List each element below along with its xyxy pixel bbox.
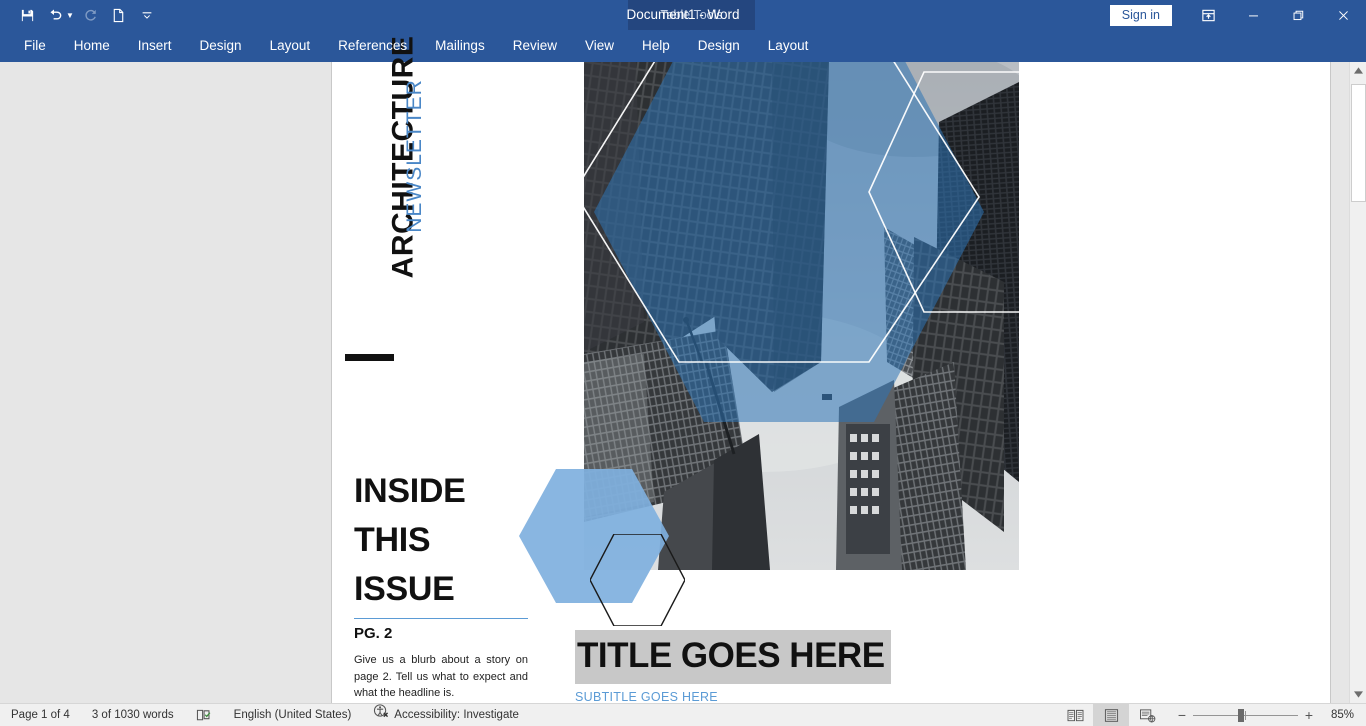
- toc-divider: [354, 618, 528, 619]
- accessibility-label: Accessibility: Investigate: [394, 708, 519, 721]
- zoom-level-label[interactable]: 85%: [1320, 709, 1366, 721]
- read-mode-view-button[interactable]: [1057, 704, 1093, 726]
- scroll-down-arrow-icon[interactable]: [1350, 686, 1366, 703]
- quick-access-toolbar: ▼: [0, 0, 160, 30]
- tab-view[interactable]: View: [571, 30, 628, 62]
- tab-table-tools-layout[interactable]: Layout: [754, 30, 823, 62]
- zoom-slider[interactable]: [1193, 704, 1298, 726]
- scroll-up-arrow-icon[interactable]: [1350, 62, 1366, 79]
- undo-dropdown-caret-icon[interactable]: ▼: [66, 11, 76, 20]
- word-count-status[interactable]: 3 of 1030 words: [81, 704, 185, 726]
- web-layout-view-button[interactable]: [1129, 704, 1165, 726]
- minimize-icon[interactable]: [1231, 0, 1276, 30]
- accessibility-icon: [373, 703, 389, 726]
- inside-heading-line-1: INSIDE: [354, 472, 466, 510]
- document-subtitle[interactable]: SUBTITLE GOES HERE: [575, 690, 718, 704]
- sign-in-button[interactable]: Sign in: [1109, 4, 1172, 26]
- masthead-secondary-title: NEWSLETTER: [402, 79, 426, 233]
- zoom-controls: − + 85%: [1165, 704, 1366, 726]
- new-document-icon[interactable]: [106, 3, 132, 27]
- tab-home[interactable]: Home: [60, 30, 124, 62]
- hero-photo[interactable]: [584, 62, 1019, 570]
- tab-table-tools-design[interactable]: Design: [684, 30, 754, 62]
- vertical-scrollbar[interactable]: [1349, 62, 1366, 703]
- save-icon[interactable]: [14, 3, 40, 27]
- proofing-errors-icon[interactable]: [185, 704, 223, 726]
- tab-design[interactable]: Design: [186, 30, 256, 62]
- ribbon-tab-bar: File Home Insert Design Layout Reference…: [0, 30, 1366, 84]
- tab-references[interactable]: References: [324, 30, 421, 62]
- tab-layout[interactable]: Layout: [256, 30, 325, 62]
- toc-blurb-pg2: Give us a blurb about a story on page 2.…: [354, 654, 528, 699]
- print-layout-view-button[interactable]: [1093, 703, 1129, 726]
- accessibility-status[interactable]: Accessibility: Investigate: [362, 704, 530, 726]
- customize-quick-access-toolbar-icon[interactable]: [134, 3, 160, 27]
- redo-icon: [78, 3, 104, 27]
- ribbon-display-options-icon[interactable]: [1186, 0, 1231, 30]
- word-application-window: ▼ Table Tools Document1 - Word Sign in F…: [0, 0, 1366, 726]
- tab-file[interactable]: File: [10, 30, 60, 62]
- zoom-out-button[interactable]: −: [1171, 707, 1193, 723]
- toc-entry-pg2: PG. 2 Give us a blurb about a story on p…: [354, 618, 528, 702]
- title-bar: ▼ Table Tools Document1 - Word Sign in: [0, 0, 1366, 62]
- toc-page-label-pg2: PG. 2: [354, 625, 393, 642]
- zoom-in-button[interactable]: +: [1298, 707, 1320, 723]
- ribbon-tab-list: File Home Insert Design Layout Reference…: [0, 30, 1366, 62]
- document-workspace: ARCHITECTURE NEWSLETTER INSIDE THIS ISSU…: [0, 36, 1366, 726]
- tab-mailings[interactable]: Mailings: [421, 30, 499, 62]
- page-number-status[interactable]: Page 1 of 4: [0, 704, 81, 726]
- tab-insert[interactable]: Insert: [124, 30, 186, 62]
- masthead: ARCHITECTURE NEWSLETTER: [340, 36, 460, 282]
- inside-this-issue-heading: INSIDE THIS ISSUE: [354, 467, 529, 614]
- status-bar: Page 1 of 4 3 of 1030 words English (Uni…: [0, 703, 1366, 726]
- table-tools-label: Table Tools: [660, 8, 723, 22]
- undo-icon[interactable]: [42, 3, 68, 27]
- zoom-slider-thumb[interactable]: [1238, 708, 1244, 722]
- tab-review[interactable]: Review: [499, 30, 571, 62]
- inside-heading-line-2: THIS: [354, 521, 431, 559]
- document-title[interactable]: TITLE GOES HERE: [575, 630, 891, 684]
- status-bar-right: − + 85%: [1057, 703, 1366, 726]
- masthead-rule: [345, 354, 394, 361]
- inside-heading-line-3: ISSUE: [354, 570, 455, 608]
- scrollbar-thumb[interactable]: [1351, 84, 1366, 202]
- zoom-slider-midpoint-tick: [1245, 710, 1246, 720]
- language-status[interactable]: English (United States): [223, 704, 363, 726]
- close-icon[interactable]: [1321, 0, 1366, 30]
- window-controls: Sign in: [1109, 0, 1366, 30]
- restore-icon[interactable]: [1276, 0, 1321, 30]
- tab-help[interactable]: Help: [628, 30, 684, 62]
